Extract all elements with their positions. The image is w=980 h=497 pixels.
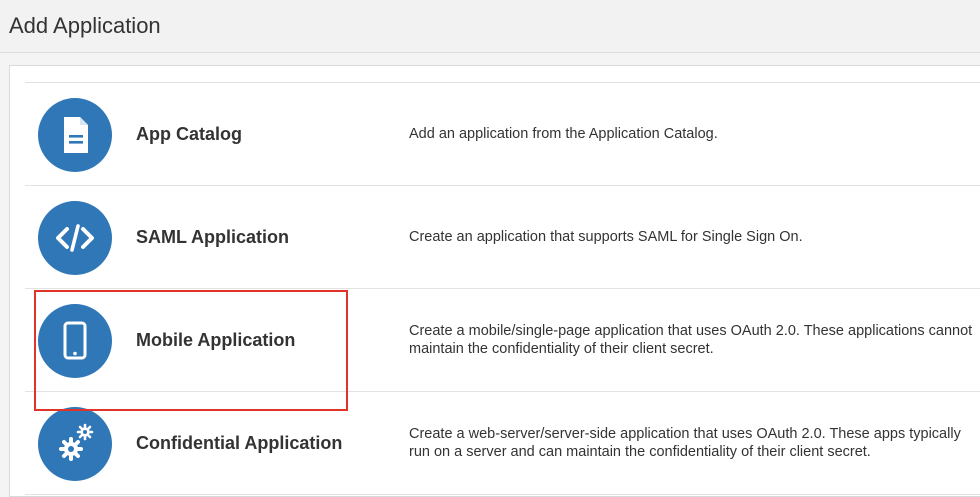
gears-icon xyxy=(38,407,112,481)
option-title: SAML Application xyxy=(136,226,289,247)
app-catalog-option[interactable]: App Catalog Add an application from the … xyxy=(25,83,980,186)
document-icon xyxy=(38,98,112,172)
highlight-box xyxy=(34,290,348,411)
option-description: Create a mobile/single-page application … xyxy=(409,323,973,357)
option-description: Create an application that supports SAML… xyxy=(409,229,803,245)
saml-application-option[interactable]: SAML Application Create an application t… xyxy=(25,186,980,289)
option-title: App Catalog xyxy=(136,123,242,144)
page-header: Add Application xyxy=(0,0,980,53)
option-description: Create a web-server/server-side applicat… xyxy=(409,426,961,460)
application-type-list: App Catalog Add an application from the … xyxy=(25,82,980,495)
code-icon xyxy=(38,201,112,275)
option-description: Add an application from the Application … xyxy=(409,126,718,142)
application-type-panel: App Catalog Add an application from the … xyxy=(9,65,980,497)
page-title: Add Application xyxy=(9,13,161,38)
